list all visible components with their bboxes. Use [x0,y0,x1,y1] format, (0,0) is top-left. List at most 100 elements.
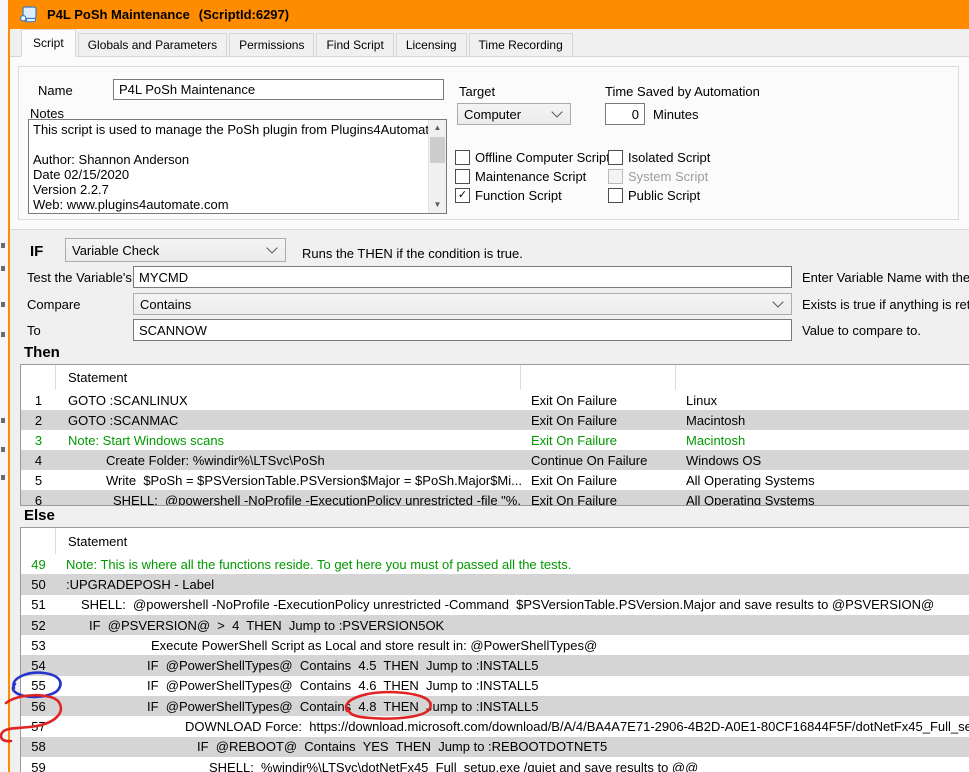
checkbox-column-right: Isolated Script System Script Public Scr… [608,148,710,205]
statement-cell: Note: Start Windows scans [56,433,521,448]
else-script-table[interactable]: Statement 49 Note: This is where all the… [20,527,969,772]
os-cell: Macintosh [676,413,969,428]
row-number: 2 [21,413,56,428]
checkbox-isolated-script[interactable]: Isolated Script [608,148,710,167]
checkbox-box-checked[interactable]: ✓ [455,188,470,203]
row-number: 6 [21,493,56,507]
tab-licensing[interactable]: Licensing [396,33,467,56]
notes-text: This script is used to manage the PoSh p… [29,120,428,213]
row-number: 59 [21,760,56,772]
script-row[interactable]: 52 IF @PSVERSION@ > 4 THEN Jump to :PSVE… [21,615,969,635]
statement-cell: IF @PowerShellTypes@ Contains 4.5 THEN J… [56,658,969,673]
row-number: 1 [21,393,56,408]
script-row[interactable]: 56 IF @PowerShellTypes@ Contains 4.8 THE… [21,696,969,716]
statement-cell: IF @PowerShellTypes@ Contains 4.6 THEN J… [56,678,969,693]
failure-mode-cell: Exit On Failure [521,493,676,507]
compare-label: Compare [27,297,80,312]
os-cell: All Operating Systems [676,493,969,507]
statement-cell: SHELL: @powershell -NoProfile -Execution… [56,597,969,612]
statement-cell: DOWNLOAD Force: https://download.microso… [56,719,969,734]
statement-cell: SHELL: @powershell -NoProfile -Execution… [56,493,521,507]
checkbox-box[interactable] [608,188,623,203]
scroll-up-arrow-icon[interactable]: ▲ [429,120,446,136]
title-bar[interactable]: P4L PoSh Maintenance (ScriptId:6297) [8,0,969,29]
failure-mode-cell: Continue On Failure [521,453,676,468]
checkbox-function-script[interactable]: ✓ Function Script [455,186,610,205]
tab-permissions[interactable]: Permissions [229,33,314,56]
tab-strip: Script Globals and Parameters Permission… [10,31,969,57]
time-saved-input[interactable] [605,103,645,125]
statement-cell: IF @REBOOT@ Contains YES THEN Jump to :R… [56,739,969,754]
row-number: 57 [21,719,56,734]
os-cell: Windows OS [676,453,969,468]
script-row[interactable]: 1 GOTO :SCANLINUX Exit On Failure Linux [21,390,969,410]
script-row[interactable]: 57 DOWNLOAD Force: https://download.micr… [21,716,969,736]
scroll-down-arrow-icon[interactable]: ▼ [429,197,446,213]
test-variable-label: Test the Variable's [27,270,132,285]
else-section-label: Else [24,507,55,524]
tab-find-script[interactable]: Find Script [316,33,393,56]
tab-time-recording[interactable]: Time Recording [469,33,573,56]
script-row[interactable]: 59 SHELL: %windir%\LTSvc\dotNetFx45_Full… [21,757,969,772]
checkbox-maintenance-script[interactable]: Maintenance Script [455,167,610,186]
checkbox-offline-computer-script[interactable]: Offline Computer Script [455,148,610,167]
then-script-table[interactable]: Statement 1 GOTO :SCANLINUX Exit On Fail… [20,364,969,506]
checkbox-label: Function Script [475,188,562,203]
notes-textarea[interactable]: This script is used to manage the PoSh p… [28,119,447,214]
statement-cell: Write $PoSh = $PSVersionTable.PSVersion$… [56,473,521,488]
script-row[interactable]: 55 IF @PowerShellTypes@ Contains 4.6 THE… [21,676,969,696]
script-row[interactable]: 4 Create Folder: %windir%\LTSvc\PoSh Con… [21,450,969,470]
row-number: 58 [21,739,56,754]
chevron-down-icon [266,242,277,253]
script-row[interactable]: 51 SHELL: @powershell -NoProfile -Execut… [21,595,969,615]
script-row[interactable]: 53 Execute PowerShell Script as Local an… [21,635,969,655]
failure-header [521,365,676,390]
failure-mode-cell: Exit On Failure [521,473,676,488]
script-row[interactable]: 58 IF @REBOOT@ Contains YES THEN Jump to… [21,737,969,757]
notes-scrollbar[interactable]: ▲ ▼ [428,120,446,213]
script-scroll-icon [19,6,38,23]
compare-select[interactable]: Contains [133,293,792,315]
name-input[interactable] [113,79,444,100]
checkbox-label: Isolated Script [628,150,710,165]
name-label: Name [38,83,73,98]
checkbox-box[interactable] [608,150,623,165]
test-variable-input[interactable] [133,266,792,288]
script-row[interactable]: 54 IF @PowerShellTypes@ Contains 4.5 THE… [21,655,969,675]
then-table-header: Statement [21,365,969,390]
script-row[interactable]: 5 Write $PoSh = $PSVersionTable.PSVersio… [21,470,969,490]
test-variable-help: Enter Variable Name with the @ s [802,270,969,285]
failure-mode-cell: Exit On Failure [521,393,676,408]
target-select[interactable]: Computer [457,103,571,125]
scrollbar-thumb[interactable] [430,137,445,163]
row-number-header [21,365,56,390]
script-row-note[interactable]: 49 Note: This is where all the functions… [21,554,969,574]
row-number-header [21,528,56,554]
statement-cell: SHELL: %windir%\LTSvc\dotNetFx45_Full_se… [56,760,969,772]
if-condition-type-value: Variable Check [72,243,159,258]
tab-script[interactable]: Script [21,29,76,57]
script-row[interactable]: 2 GOTO :SCANMAC Exit On Failure Macintos… [21,410,969,430]
checkbox-label: Maintenance Script [475,169,586,184]
checkbox-box-disabled [608,169,623,184]
row-number: 49 [21,557,56,572]
time-saved-label: Time Saved by Automation [605,84,760,99]
window-script-id: (ScriptId:6297) [199,7,289,22]
checkbox-box[interactable] [455,150,470,165]
os-header [676,365,969,390]
to-input[interactable] [133,319,792,341]
checkbox-box[interactable] [455,169,470,184]
script-row[interactable]: 50 :UPGRADEPOSH - Label [21,574,969,594]
os-cell: Macintosh [676,433,969,448]
statement-cell: Create Folder: %windir%\LTSvc\PoSh [56,453,521,468]
row-number: 55 [21,678,56,693]
tab-globals-and-parameters[interactable]: Globals and Parameters [78,33,227,56]
else-table-header: Statement [21,528,969,554]
script-row[interactable]: 6 SHELL: @powershell -NoProfile -Executi… [21,490,969,506]
script-row-note[interactable]: 3 Note: Start Windows scans Exit On Fail… [21,430,969,450]
row-number: 54 [21,658,56,673]
chevron-down-icon [551,106,562,117]
if-condition-type-select[interactable]: Variable Check [65,238,286,262]
checkbox-label: System Script [628,169,708,184]
checkbox-public-script[interactable]: Public Script [608,186,710,205]
